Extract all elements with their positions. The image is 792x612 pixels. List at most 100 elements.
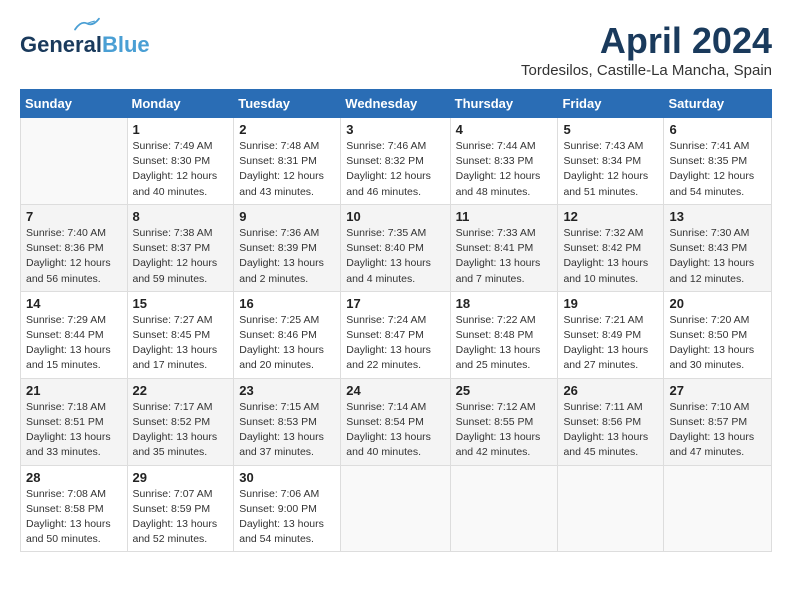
calendar-cell — [558, 465, 664, 552]
calendar-cell: 17 Sunrise: 7:24 AM Sunset: 8:47 PM Dayli… — [341, 291, 450, 378]
calendar-cell: 18 Sunrise: 7:22 AM Sunset: 8:48 PM Dayli… — [450, 291, 558, 378]
day-number: 6 — [669, 122, 766, 137]
header-friday: Friday — [558, 90, 664, 118]
header-saturday: Saturday — [664, 90, 772, 118]
day-info: Sunrise: 7:43 AM Sunset: 8:34 PM Dayligh… — [563, 139, 658, 200]
calendar-header-row: SundayMondayTuesdayWednesdayThursdayFrid… — [21, 90, 772, 118]
day-info: Sunrise: 7:48 AM Sunset: 8:31 PM Dayligh… — [239, 139, 335, 200]
day-number: 28 — [26, 470, 122, 485]
day-number: 30 — [239, 470, 335, 485]
day-number: 21 — [26, 383, 122, 398]
calendar-cell: 14Sunrise: 7:29 AM Sunset: 8:44 PM Dayli… — [21, 291, 128, 378]
day-info: Sunrise: 7:49 AM Sunset: 8:30 PM Dayligh… — [133, 139, 229, 200]
header-tuesday: Tuesday — [234, 90, 341, 118]
day-info: Sunrise: 7:33 AM Sunset: 8:41 PM Dayligh… — [456, 226, 553, 287]
day-number: 23 — [239, 383, 335, 398]
day-number: 14 — [26, 296, 122, 311]
title-block: April 2024 Tordesilos, Castille-La Manch… — [521, 20, 772, 79]
calendar-week-row: 28 Sunrise: 7:08 AM Sunset: 8:58 PM Dayli… — [21, 465, 772, 552]
calendar-cell: 26 Sunrise: 7:11 AM Sunset: 8:56 PM Dayli… — [558, 378, 664, 465]
logo: General Blue — [20, 20, 150, 56]
day-number: 26 — [563, 383, 658, 398]
day-info: Sunrise: 7:14 AM Sunset: 8:54 PM Dayligh… — [346, 400, 444, 461]
day-info: Sunrise: 7:12 AM Sunset: 8:55 PM Dayligh… — [456, 400, 553, 461]
day-number: 25 — [456, 383, 553, 398]
calendar-cell: 13Sunrise: 7:30 AM Sunset: 8:43 PM Dayli… — [664, 204, 772, 291]
calendar-cell: 5 Sunrise: 7:43 AM Sunset: 8:34 PM Daylig… — [558, 118, 664, 205]
calendar-cell — [450, 465, 558, 552]
calendar-cell: 20 Sunrise: 7:20 AM Sunset: 8:50 PM Dayli… — [664, 291, 772, 378]
calendar-cell: 8 Sunrise: 7:38 AM Sunset: 8:37 PM Daylig… — [127, 204, 234, 291]
day-number: 11 — [456, 209, 553, 224]
header-sunday: Sunday — [21, 90, 128, 118]
day-info: Sunrise: 7:44 AM Sunset: 8:33 PM Dayligh… — [456, 139, 553, 200]
calendar-cell — [341, 465, 450, 552]
header-monday: Monday — [127, 90, 234, 118]
day-number: 18 — [456, 296, 553, 311]
day-info: Sunrise: 7:21 AM Sunset: 8:49 PM Dayligh… — [563, 313, 658, 374]
calendar-table: SundayMondayTuesdayWednesdayThursdayFrid… — [20, 89, 772, 552]
day-number: 17 — [346, 296, 444, 311]
day-info: Sunrise: 7:30 AM Sunset: 8:43 PM Dayligh… — [669, 226, 766, 287]
day-info: Sunrise: 7:24 AM Sunset: 8:47 PM Dayligh… — [346, 313, 444, 374]
day-info: Sunrise: 7:20 AM Sunset: 8:50 PM Dayligh… — [669, 313, 766, 374]
day-number: 3 — [346, 122, 444, 137]
day-number: 22 — [133, 383, 229, 398]
day-info: Sunrise: 7:32 AM Sunset: 8:42 PM Dayligh… — [563, 226, 658, 287]
calendar-cell — [664, 465, 772, 552]
calendar-cell: 29Sunrise: 7:07 AM Sunset: 8:59 PM Dayli… — [127, 465, 234, 552]
day-number: 19 — [563, 296, 658, 311]
day-number: 5 — [563, 122, 658, 137]
day-info: Sunrise: 7:15 AM Sunset: 8:53 PM Dayligh… — [239, 400, 335, 461]
calendar-cell: 12 Sunrise: 7:32 AM Sunset: 8:42 PM Dayli… — [558, 204, 664, 291]
day-number: 15 — [133, 296, 229, 311]
day-info: Sunrise: 7:25 AM Sunset: 8:46 PM Dayligh… — [239, 313, 335, 374]
day-info: Sunrise: 7:11 AM Sunset: 8:56 PM Dayligh… — [563, 400, 658, 461]
day-info: Sunrise: 7:40 AM Sunset: 8:36 PM Dayligh… — [26, 226, 122, 287]
calendar-cell: 10Sunrise: 7:35 AM Sunset: 8:40 PM Dayli… — [341, 204, 450, 291]
day-number: 20 — [669, 296, 766, 311]
day-info: Sunrise: 7:10 AM Sunset: 8:57 PM Dayligh… — [669, 400, 766, 461]
page-header: General Blue April 2024 Tordesilos, Cast… — [20, 20, 772, 79]
header-thursday: Thursday — [450, 90, 558, 118]
calendar-cell: 27 Sunrise: 7:10 AM Sunset: 8:57 PM Dayli… — [664, 378, 772, 465]
calendar-week-row: 1 Sunrise: 7:49 AM Sunset: 8:30 PM Daylig… — [21, 118, 772, 205]
day-info: Sunrise: 7:46 AM Sunset: 8:32 PM Dayligh… — [346, 139, 444, 200]
day-info: Sunrise: 7:38 AM Sunset: 8:37 PM Dayligh… — [133, 226, 229, 287]
calendar-cell: 22 Sunrise: 7:17 AM Sunset: 8:52 PM Dayli… — [127, 378, 234, 465]
day-info: Sunrise: 7:08 AM Sunset: 8:58 PM Dayligh… — [26, 487, 122, 548]
calendar-cell: 21 Sunrise: 7:18 AM Sunset: 8:51 PM Dayli… — [21, 378, 128, 465]
day-info: Sunrise: 7:41 AM Sunset: 8:35 PM Dayligh… — [669, 139, 766, 200]
day-info: Sunrise: 7:17 AM Sunset: 8:52 PM Dayligh… — [133, 400, 229, 461]
day-number: 8 — [133, 209, 229, 224]
day-number: 24 — [346, 383, 444, 398]
calendar-cell: 4 Sunrise: 7:44 AM Sunset: 8:33 PM Daylig… — [450, 118, 558, 205]
day-info: Sunrise: 7:06 AM Sunset: 9:00 PM Dayligh… — [239, 487, 335, 548]
day-number: 7 — [26, 209, 122, 224]
calendar-cell: 15Sunrise: 7:27 AM Sunset: 8:45 PM Dayli… — [127, 291, 234, 378]
calendar-week-row: 7 Sunrise: 7:40 AM Sunset: 8:36 PM Daylig… — [21, 204, 772, 291]
calendar-cell: 16 Sunrise: 7:25 AM Sunset: 8:46 PM Dayli… — [234, 291, 341, 378]
calendar-cell: 1 Sunrise: 7:49 AM Sunset: 8:30 PM Daylig… — [127, 118, 234, 205]
day-number: 9 — [239, 209, 335, 224]
logo-blue: Blue — [102, 34, 150, 56]
calendar-cell: 28 Sunrise: 7:08 AM Sunset: 8:58 PM Dayli… — [21, 465, 128, 552]
day-number: 29 — [133, 470, 229, 485]
day-number: 1 — [133, 122, 229, 137]
calendar-week-row: 14Sunrise: 7:29 AM Sunset: 8:44 PM Dayli… — [21, 291, 772, 378]
day-number: 27 — [669, 383, 766, 398]
header-wednesday: Wednesday — [341, 90, 450, 118]
location: Tordesilos, Castille-La Mancha, Spain — [521, 62, 772, 79]
calendar-cell: 25 Sunrise: 7:12 AM Sunset: 8:55 PM Dayli… — [450, 378, 558, 465]
day-number: 12 — [563, 209, 658, 224]
day-number: 4 — [456, 122, 553, 137]
day-number: 2 — [239, 122, 335, 137]
calendar-cell: 19 Sunrise: 7:21 AM Sunset: 8:49 PM Dayli… — [558, 291, 664, 378]
day-info: Sunrise: 7:18 AM Sunset: 8:51 PM Dayligh… — [26, 400, 122, 461]
calendar-cell: 24 Sunrise: 7:14 AM Sunset: 8:54 PM Dayli… — [341, 378, 450, 465]
calendar-cell: 30 Sunrise: 7:06 AM Sunset: 9:00 PM Dayli… — [234, 465, 341, 552]
day-number: 16 — [239, 296, 335, 311]
calendar-cell: 2 Sunrise: 7:48 AM Sunset: 8:31 PM Daylig… — [234, 118, 341, 205]
day-info: Sunrise: 7:22 AM Sunset: 8:48 PM Dayligh… — [456, 313, 553, 374]
day-info: Sunrise: 7:35 AM Sunset: 8:40 PM Dayligh… — [346, 226, 444, 287]
